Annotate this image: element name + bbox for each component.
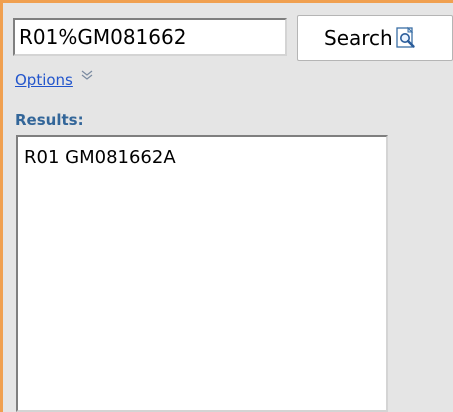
- result-item[interactable]: R01 GM081662A: [24, 147, 380, 169]
- search-button[interactable]: Search: [297, 15, 453, 61]
- double-chevron-down-icon[interactable]: [81, 70, 93, 82]
- options-row: Options: [15, 69, 93, 91]
- results-heading: Results:: [15, 111, 84, 129]
- search-input[interactable]: [13, 18, 287, 56]
- options-link[interactable]: Options: [15, 71, 73, 89]
- results-list[interactable]: R01 GM081662A: [16, 135, 388, 412]
- search-panel: Search Options Results: R01 GM081662A: [0, 0, 453, 412]
- magnifier-page-icon: [396, 26, 415, 48]
- search-button-label: Search: [324, 26, 393, 50]
